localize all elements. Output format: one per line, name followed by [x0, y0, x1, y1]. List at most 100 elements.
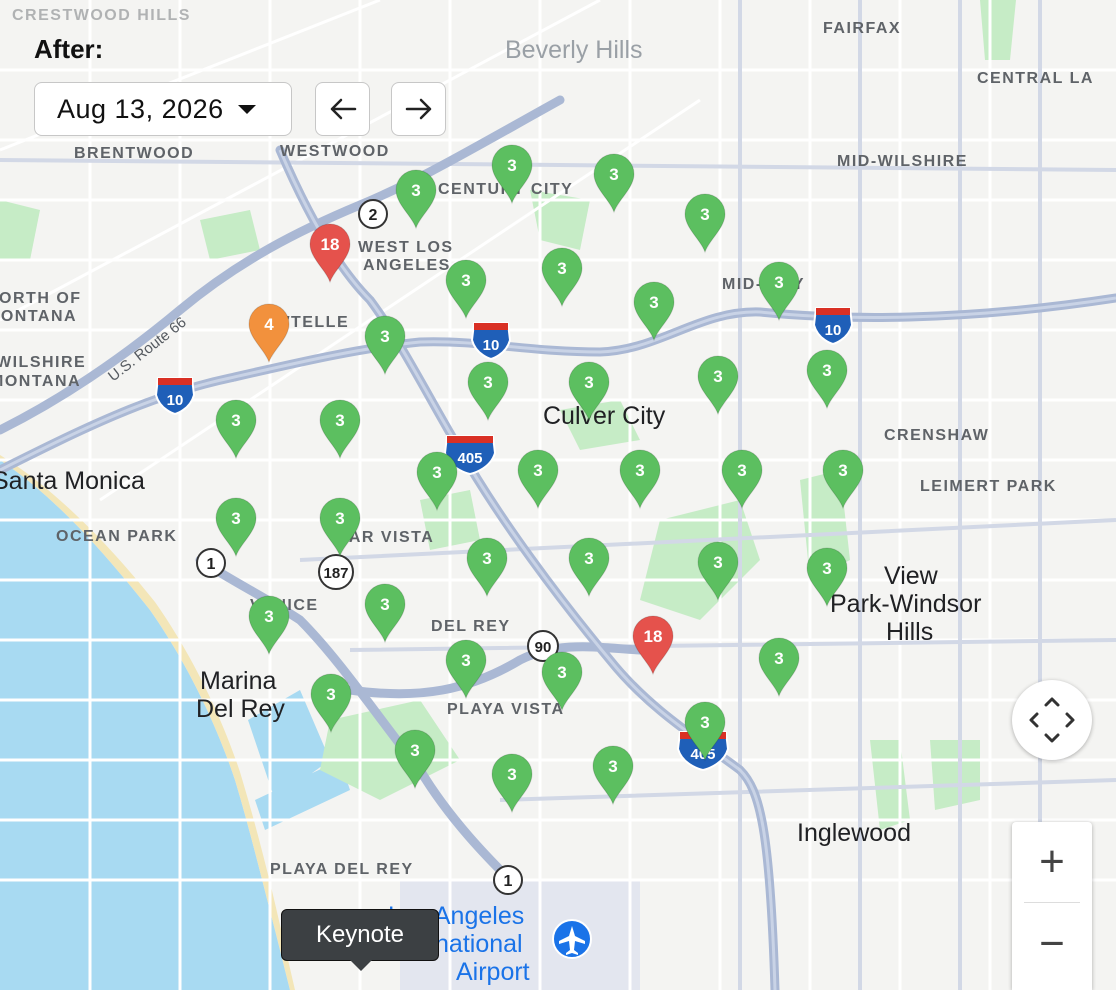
- next-date-button[interactable]: [391, 82, 446, 136]
- label-marina: Marina: [200, 667, 277, 695]
- svg-text:2: 2: [369, 207, 378, 224]
- marker-count: 3: [380, 327, 389, 346]
- marker-count: 18: [321, 235, 340, 254]
- marker-count: 3: [482, 549, 491, 568]
- label-westwood: WESTWOOD: [280, 143, 390, 160]
- marker-count: 3: [713, 553, 722, 572]
- marker-count: 3: [335, 509, 344, 528]
- caret-down-icon: [237, 104, 256, 114]
- marker-count: 3: [700, 205, 709, 224]
- after-label: After:: [34, 34, 104, 64]
- label-view: View: [884, 562, 939, 590]
- svg-text:405: 405: [457, 450, 482, 467]
- marker-count: 3: [461, 651, 470, 670]
- marker-count: 3: [410, 741, 419, 760]
- svg-text:10: 10: [483, 337, 500, 354]
- marker-count: 3: [737, 461, 746, 480]
- label-north-of: NORTH OF: [0, 290, 82, 307]
- marker-count: 18: [644, 627, 663, 646]
- label-beverly-hills: Beverly Hills: [505, 36, 643, 64]
- shield-2: 2: [358, 199, 388, 229]
- minus-icon: −: [1039, 919, 1065, 968]
- label-ocean-park: OCEAN PARK: [56, 528, 177, 545]
- marker-count: 3: [432, 463, 441, 482]
- shield-187: 187: [318, 554, 354, 590]
- marker-count: 3: [483, 373, 492, 392]
- marker-count: 3: [231, 411, 240, 430]
- label-montana-1: MONTANA: [0, 308, 77, 325]
- airplane-icon[interactable]: [552, 919, 592, 959]
- marker-count: 3: [557, 663, 566, 682]
- marker-count: 3: [507, 156, 516, 175]
- label-culver-city: Culver City: [543, 402, 666, 430]
- marker-count: 3: [608, 757, 617, 776]
- svg-text:1: 1: [504, 873, 513, 890]
- svg-text:90: 90: [535, 639, 552, 656]
- marker-count: 3: [635, 461, 644, 480]
- shield-1-b: 1: [493, 865, 523, 895]
- previous-date-button[interactable]: [315, 82, 370, 136]
- recenter-button[interactable]: [1012, 680, 1092, 760]
- marker-count: 3: [700, 713, 709, 732]
- marker-count: 3: [231, 509, 240, 528]
- label-brentwood: BRENTWOOD: [74, 145, 194, 162]
- svg-text:10: 10: [825, 322, 842, 339]
- marker-count: 4: [264, 315, 274, 334]
- date-dropdown-value: Aug 13, 2026: [57, 93, 224, 124]
- label-montana-2: MONTANA: [0, 373, 81, 390]
- label-playa-del-rey: PLAYA DEL REY: [270, 861, 414, 878]
- zoom-divider: [1024, 902, 1080, 903]
- marker-count: 3: [822, 361, 831, 380]
- tooltip-arrow: [350, 960, 372, 971]
- arrow-right-icon: [405, 98, 431, 120]
- label-hills: Hills: [886, 618, 933, 646]
- label-mid-wilshire: MID-WILSHIRE: [837, 153, 968, 170]
- arrow-left-icon: [330, 98, 356, 120]
- svg-text:187: 187: [323, 565, 348, 582]
- keynote-tooltip: Keynote: [281, 909, 439, 961]
- marker-count: 3: [335, 411, 344, 430]
- marker-count: 3: [774, 273, 783, 292]
- marker-count: 3: [411, 181, 420, 200]
- zoom-in-button[interactable]: +: [1012, 822, 1092, 902]
- marker-count: 3: [822, 559, 831, 578]
- marker-count: 3: [264, 607, 273, 626]
- label-del-rey: DEL REY: [431, 618, 511, 635]
- label-fairfax: FAIRFAX: [823, 20, 901, 37]
- marker-count: 3: [584, 373, 593, 392]
- recenter-arrows-icon: [1029, 697, 1075, 743]
- zoom-control: + −: [1012, 822, 1092, 990]
- svg-text:10: 10: [167, 392, 184, 409]
- marker-count: 3: [461, 271, 470, 290]
- label-wilshire: WILSHIRE: [0, 354, 86, 371]
- marker-count: 3: [507, 765, 516, 784]
- marker-count: 3: [326, 685, 335, 704]
- shield-1-a: 1: [196, 548, 226, 578]
- label-crenshaw: CRENSHAW: [884, 427, 989, 444]
- tooltip-text: Keynote: [315, 921, 405, 948]
- date-dropdown[interactable]: Aug 13, 2026: [34, 82, 292, 136]
- label-santa-monica: Santa Monica: [0, 467, 145, 495]
- label-central-la: CENTRAL LA: [977, 70, 1094, 87]
- marker-count: 3: [649, 293, 658, 312]
- plus-icon: +: [1039, 837, 1065, 886]
- label-playa-vista: PLAYA VISTA: [447, 701, 565, 718]
- marker-count: 3: [838, 461, 847, 480]
- label-park-windsor: Park-Windsor: [830, 590, 981, 618]
- marker-count: 3: [533, 461, 542, 480]
- marker-count: 3: [557, 259, 566, 278]
- label-lax-3: Airport: [456, 958, 530, 986]
- label-crestwood: CRESTWOOD HILLS: [12, 7, 191, 24]
- marker-count: 3: [380, 595, 389, 614]
- svg-text:1: 1: [207, 556, 216, 573]
- label-angeles: ANGELES: [363, 257, 451, 274]
- zoom-out-button[interactable]: −: [1012, 904, 1092, 984]
- map-canvas[interactable]: CRESTWOOD HILLS FAIRFAX CENTRAL LA BRENT…: [0, 0, 1116, 990]
- marker-count: 3: [609, 165, 618, 184]
- label-leimert-park: LEIMERT PARK: [920, 478, 1057, 495]
- label-west-los: WEST LOS: [358, 239, 454, 256]
- marker-count: 3: [713, 367, 722, 386]
- label-del-rey-city: Del Rey: [196, 695, 285, 723]
- label-inglewood: Inglewood: [797, 819, 911, 847]
- marker-count: 3: [584, 549, 593, 568]
